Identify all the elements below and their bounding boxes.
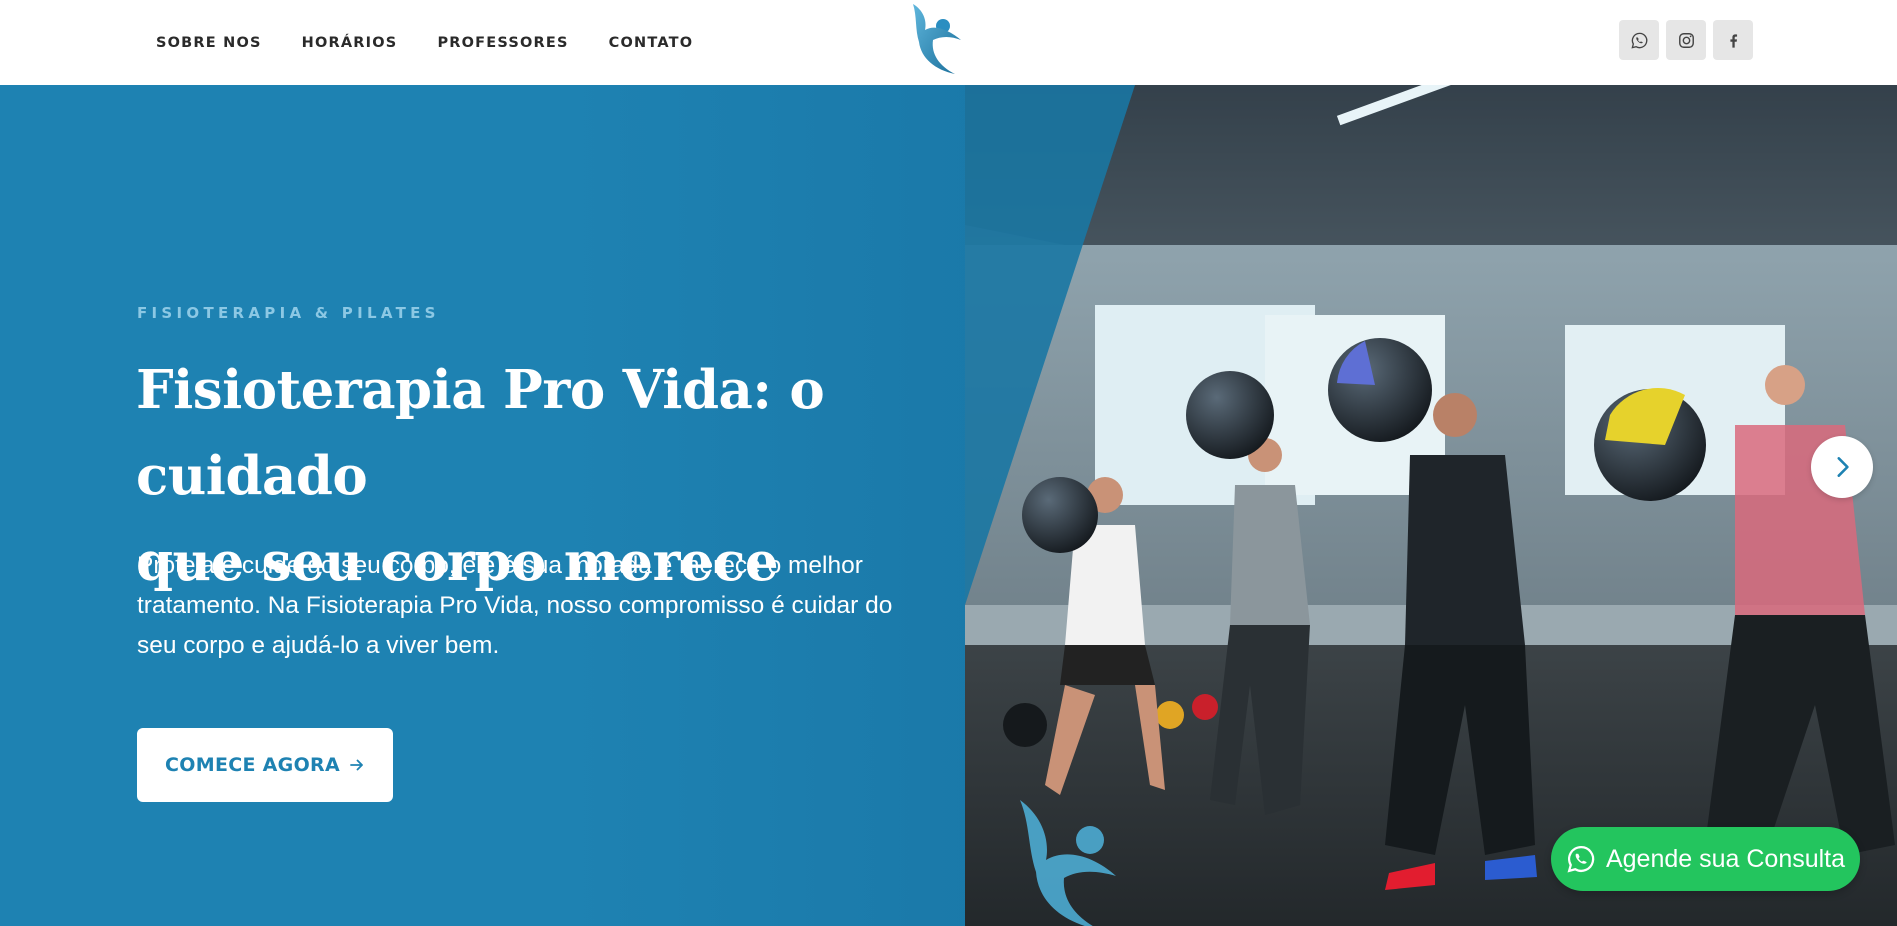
facebook-link[interactable] [1713, 20, 1753, 60]
slider-next-button[interactable] [1811, 436, 1873, 498]
chevron-right-icon [1837, 457, 1849, 477]
arrow-right-icon [350, 759, 363, 771]
hero-eyebrow: FISIOTERAPIA & PILATES [137, 304, 440, 322]
gym-photo [965, 85, 1897, 926]
cta-label: COMECE AGORA [165, 754, 340, 776]
logo[interactable] [905, 0, 967, 78]
whatsapp-link[interactable] [1619, 20, 1659, 60]
nav-horarios[interactable]: HORÁRIOS [302, 35, 398, 51]
hero-description: Proteja e cuide do seu corpo, ele é sua … [137, 552, 893, 659]
comece-agora-button[interactable]: COMECE AGORA [137, 728, 393, 802]
whatsapp-icon [1567, 845, 1595, 873]
hero-title-line-1: Fisioterapia Pro Vida: o cuidado [136, 359, 825, 507]
nav-contato[interactable]: CONTATO [609, 35, 694, 51]
agende-consulta-whatsapp-button[interactable]: Agende sua Consulta [1551, 827, 1860, 891]
site-header: SOBRE NOS HORÁRIOS PROFESSORES CONTATO [0, 0, 1897, 85]
hero-section: FISIOTERAPIA & PILATES Fisioterapia Pro … [0, 85, 1897, 926]
social-links [1619, 20, 1753, 60]
nav-professores[interactable]: PROFESSORES [437, 35, 568, 51]
hero-image [965, 85, 1897, 926]
main-nav: SOBRE NOS HORÁRIOS PROFESSORES CONTATO [156, 0, 693, 85]
facebook-icon [1729, 33, 1737, 48]
instagram-link[interactable] [1666, 20, 1706, 60]
nav-sobre-nos[interactable]: SOBRE NOS [156, 35, 262, 51]
whatsapp-icon [1630, 32, 1647, 49]
instagram-icon [1678, 32, 1694, 48]
agende-consulta-label: Agende sua Consulta [1605, 844, 1846, 873]
